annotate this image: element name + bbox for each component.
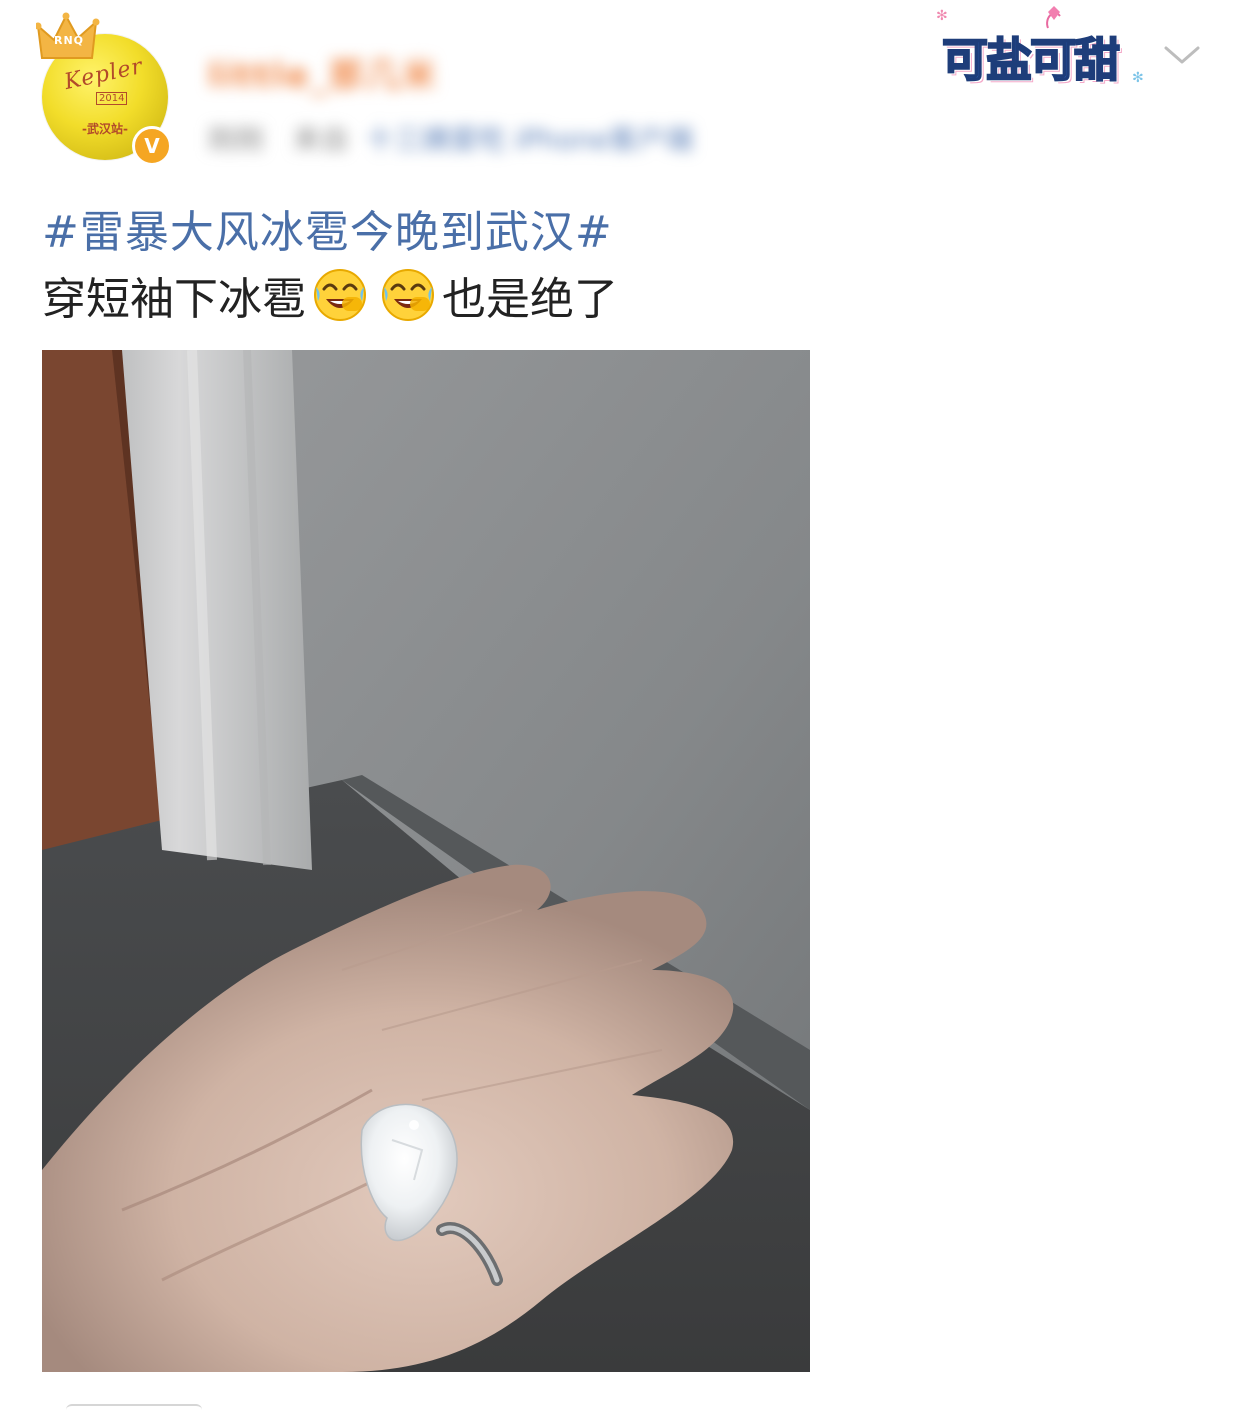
sticker-text: 可盐可甜 <box>941 32 1121 88</box>
laughing-crying-emoji <box>380 267 436 323</box>
laughing-crying-emoji <box>312 267 368 323</box>
svg-text:✻: ✻ <box>936 8 948 24</box>
avatar-year-text: 2014 <box>96 92 128 105</box>
chevron-down-icon[interactable] <box>1160 40 1204 70</box>
sticker-decoration: ✻ ✻ 可盐可甜 <box>936 6 1156 96</box>
verified-icon: V <box>132 126 172 166</box>
username[interactable]: little_那几米 <box>208 48 438 97</box>
post-meta: 刚刚 来自 十三姨爱吃 iPhone客户端 <box>208 118 693 158</box>
avatar-wrap[interactable]: Kepler 2014 -武汉站- RNQ V <box>34 12 176 172</box>
post-header: Kepler 2014 -武汉站- RNQ V little_那几米 刚刚 来自… <box>0 0 1242 180</box>
post-photo[interactable] <box>42 350 810 1372</box>
svg-text:✻: ✻ <box>1132 70 1144 86</box>
post-body-text: 穿短袖下冰雹 也是绝了 <box>42 266 618 325</box>
post-hashtag[interactable]: #雷暴大风冰雹今晚到武汉# <box>42 196 613 260</box>
bottom-toolbar-hint <box>66 1404 202 1415</box>
crown-badge-text: RNQ <box>54 34 85 47</box>
post-text-before: 穿短袖下冰雹 <box>42 274 306 325</box>
post-source-device[interactable]: 十三姨爱吃 iPhone客户端 <box>366 123 693 156</box>
crown-icon: RNQ <box>34 12 104 62</box>
post-time: 刚刚 <box>208 123 265 156</box>
post-source-label: 来自 <box>292 123 349 156</box>
avatar-city-text: -武汉站- <box>82 122 128 136</box>
post-text-after: 也是绝了 <box>442 274 618 325</box>
